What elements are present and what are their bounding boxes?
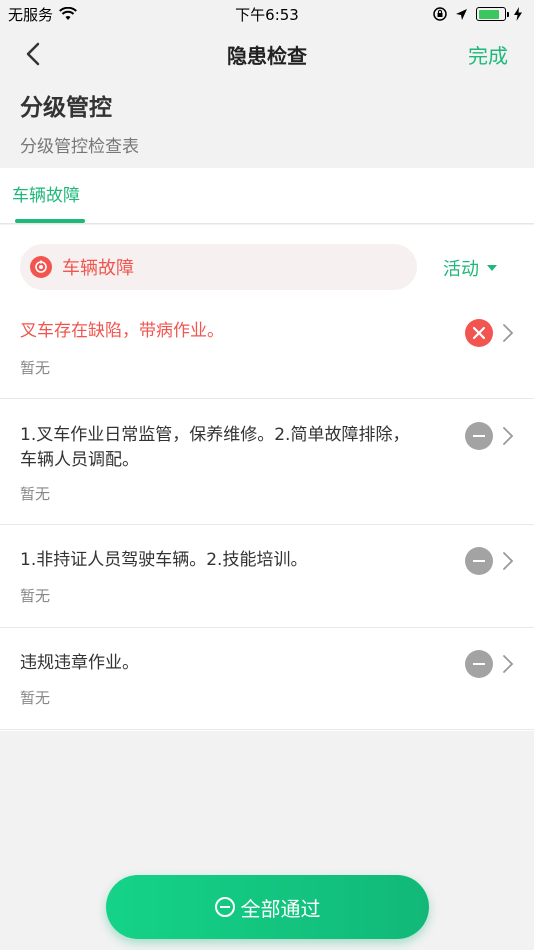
section-title: 分级管控 <box>20 95 112 121</box>
check-item-note: 暂无 <box>20 689 51 707</box>
check-item-text: 1.非持证人员驾驶车辆。2.技能培训。 <box>20 550 308 570</box>
location-arrow-icon <box>456 8 467 20</box>
checklist-content: 车辆故障 活动 叉车存在缺陷，带病作业。 暂无 1.叉车作业日常监管，保养维修。… <box>0 225 534 731</box>
pass-all-button[interactable]: 全部通过 <box>106 875 429 939</box>
check-item-note: 暂无 <box>20 485 51 503</box>
section-subtitle: 分级管控检查表 <box>20 137 139 157</box>
done-button[interactable]: 完成 <box>468 40 508 69</box>
activity-filter-dropdown[interactable]: 活动 <box>443 255 497 281</box>
pending-status-icon[interactable] <box>465 650 493 678</box>
screen: 无服务 下午6:53 隐患检查 完成 分级管控 分级管控检查表 车辆故障 车辆故… <box>0 0 534 950</box>
chevron-right-icon <box>503 324 514 342</box>
caret-down-icon <box>487 265 497 271</box>
checklist-header: 分级管控 分级管控检查表 <box>0 80 534 168</box>
page-title: 隐患检查 <box>227 43 307 68</box>
carrier-label: 无服务 <box>8 5 54 24</box>
check-item-note: 暂无 <box>20 359 51 377</box>
check-item[interactable]: 叉车存在缺陷，带病作业。 暂无 <box>0 299 534 399</box>
tab-vehicle-fault[interactable]: 车辆故障 <box>12 168 80 224</box>
navigation-bar: 隐患检查 完成 <box>0 28 534 80</box>
check-item[interactable]: 1.叉车作业日常监管，保养维修。2.简单故障排除，车辆人员调配。 暂无 <box>0 399 534 525</box>
filter-label: 活动 <box>443 259 479 280</box>
battery-level <box>478 9 499 19</box>
wifi-icon <box>59 7 77 20</box>
minus-circle-icon <box>214 897 235 917</box>
orientation-lock-icon <box>433 7 447 21</box>
category-label: 车辆故障 <box>62 258 134 279</box>
chevron-right-icon <box>503 655 514 673</box>
fail-status-icon[interactable] <box>465 319 493 347</box>
category-chip[interactable]: 车辆故障 <box>20 244 417 290</box>
check-item-text: 违规违章作业。 <box>20 653 139 673</box>
hazard-category-icon <box>30 256 52 278</box>
check-item-list: 叉车存在缺陷，带病作业。 暂无 1.叉车作业日常监管，保养维修。2.简单故障排除… <box>0 299 534 730</box>
battery-icon <box>476 7 509 21</box>
check-item[interactable]: 1.非持证人员驾驶车辆。2.技能培训。 暂无 <box>0 525 534 628</box>
chevron-right-icon <box>503 427 514 445</box>
active-tab-indicator <box>15 219 85 223</box>
check-item-text: 叉车存在缺陷，带病作业。 <box>20 321 224 341</box>
pass-all-label: 全部通过 <box>240 896 321 921</box>
pending-status-icon[interactable] <box>465 422 493 450</box>
tab-bar: 车辆故障 <box>0 168 534 224</box>
check-item-text: 1.叉车作业日常监管，保养维修。2.简单故障排除，车辆人员调配。 <box>20 425 410 470</box>
back-chevron-icon[interactable] <box>20 40 48 68</box>
status-bar: 无服务 下午6:53 <box>0 0 534 28</box>
chevron-right-icon <box>503 552 514 570</box>
check-item-note: 暂无 <box>20 587 51 605</box>
pending-status-icon[interactable] <box>465 547 493 575</box>
charging-bolt-icon <box>514 7 522 21</box>
category-row: 车辆故障 活动 <box>0 225 534 299</box>
check-item[interactable]: 违规违章作业。 暂无 <box>0 628 534 730</box>
